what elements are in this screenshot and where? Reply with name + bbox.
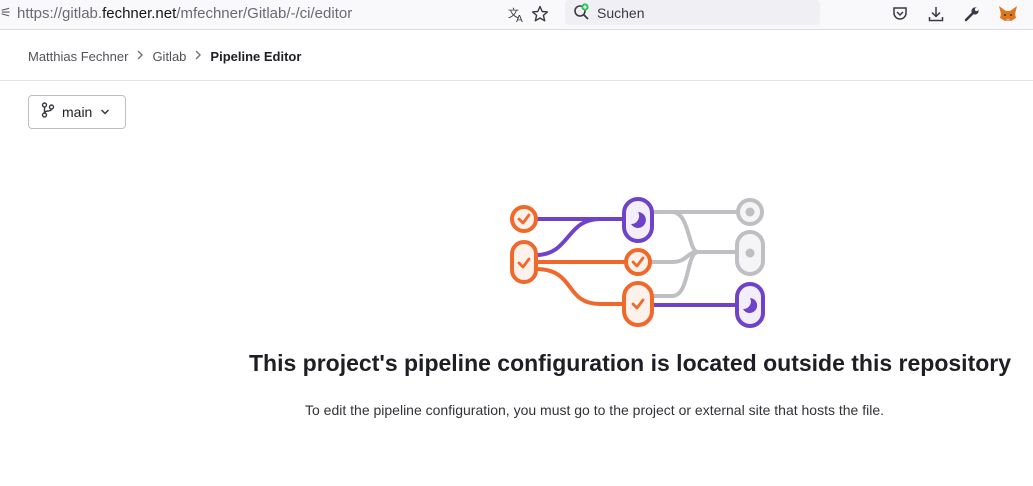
job-success-icon <box>510 240 538 284</box>
pocket-icon[interactable] <box>888 2 912 26</box>
browser-toolbar: ⚟ https://gitlab.fechner.net/mfechner/Gi… <box>0 0 1033 30</box>
branch-selector-button[interactable]: main <box>28 95 126 129</box>
branch-name: main <box>62 104 93 120</box>
bookmark-star-icon[interactable] <box>528 2 552 26</box>
pipeline-illustration <box>510 197 765 328</box>
chevron-down-icon <box>100 103 110 121</box>
download-icon[interactable] <box>924 2 948 26</box>
job-success-icon <box>624 248 652 276</box>
job-success-icon <box>510 205 538 233</box>
url-bar[interactable]: https://gitlab.fechner.net/mfechner/Gitl… <box>17 5 352 22</box>
url-host: fechner.net <box>102 5 177 22</box>
svg-text:A: A <box>516 14 523 23</box>
branch-icon <box>41 101 55 123</box>
job-pending-icon <box>736 198 764 226</box>
url-path: /mfechner/Gitlab/-/ci/editor <box>176 5 353 22</box>
translate-icon[interactable]: 文A <box>504 2 528 26</box>
breadcrumb-item-user[interactable]: Matthias Fechner <box>28 49 128 64</box>
page-info-icon[interactable]: ⚟ <box>0 6 12 21</box>
job-success-icon <box>622 281 654 327</box>
url-prefix: https://gitlab. <box>17 5 103 22</box>
search-icon <box>573 3 593 26</box>
chevron-right-icon <box>194 50 202 63</box>
empty-state-title: This project's pipeline configuration is… <box>249 350 1012 376</box>
job-running-icon <box>622 197 654 243</box>
chevron-right-icon <box>136 50 144 63</box>
empty-state-description: To edit the pipeline configuration, you … <box>305 402 885 418</box>
job-running-icon <box>735 282 765 328</box>
breadcrumb-current[interactable]: Pipeline Editor <box>210 49 301 64</box>
search-placeholder: Suchen <box>597 5 645 21</box>
header-divider <box>0 80 1033 81</box>
search-field[interactable]: Suchen <box>565 0 820 25</box>
wrench-icon[interactable] <box>960 2 984 26</box>
breadcrumb-item-project[interactable]: Gitlab <box>152 49 186 64</box>
job-pending-icon <box>735 230 765 276</box>
metamask-fox-icon[interactable] <box>996 2 1020 26</box>
breadcrumb: Matthias Fechner Gitlab Pipeline Editor <box>28 49 301 64</box>
